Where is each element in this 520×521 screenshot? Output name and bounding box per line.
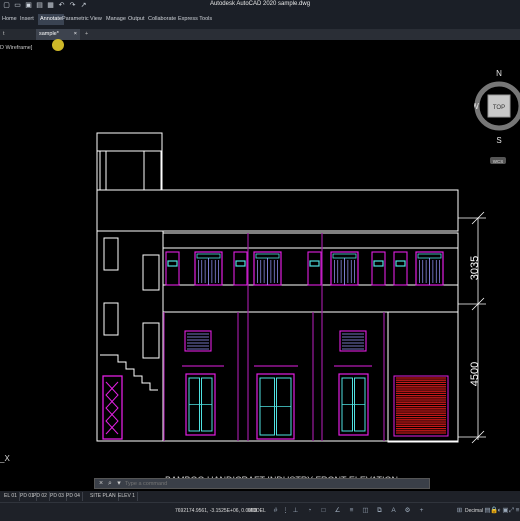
ventilator: [307, 251, 322, 286]
units-icon[interactable]: ⊞: [456, 507, 463, 514]
dimension-line: [458, 211, 486, 444]
viewcube-top-label: TOP: [493, 105, 505, 111]
ortho-icon[interactable]: ⊥: [292, 507, 299, 514]
ventilator: [393, 251, 408, 286]
dimension-3035: 3035: [469, 256, 481, 280]
wcs-label: WCS: [493, 159, 504, 164]
entrance-door: [102, 375, 123, 440]
ventilator: [165, 251, 180, 286]
upper-window: [253, 251, 282, 286]
status-bar: 7692174.9561, -3.1525E+06, 0.0000 MODEL …: [0, 502, 520, 521]
main-door: [256, 373, 295, 440]
units-button[interactable]: Decimal: [465, 508, 483, 514]
ventilator: [233, 251, 248, 286]
dimension-4500: 4500: [469, 362, 481, 386]
lower-window: [338, 373, 369, 436]
compass-south: S: [496, 136, 501, 145]
ucs-icon: _X: [0, 454, 10, 463]
lower-window: [185, 373, 216, 436]
command-line: × ⌕ ▾: [94, 478, 430, 489]
viewcube[interactable]: TOP N S W WCS: [474, 64, 520, 164]
compass-west: W: [474, 102, 479, 111]
command-input[interactable]: [125, 480, 425, 488]
otrack-icon[interactable]: ∠: [334, 507, 341, 514]
annotation-monitor-icon[interactable]: +: [418, 507, 425, 514]
layout-tab-bar: EL 01 PD 01 PD 02 PD 03 PD 04 SITE PLAN ELEV 1: [0, 491, 520, 502]
layout-tab-elev-1[interactable]: ELEV 1: [116, 492, 138, 501]
upper-window: [194, 251, 223, 286]
upper-window: [330, 251, 359, 286]
layout-tab-pd-04[interactable]: PD 04: [64, 492, 83, 501]
cursor-highlight: [52, 39, 64, 51]
polar-icon[interactable]: ◔: [306, 507, 313, 514]
louver: [339, 330, 367, 352]
osnap-icon[interactable]: □: [320, 507, 327, 514]
ventilator: [371, 251, 386, 286]
rolling-shutter: [393, 375, 449, 437]
customize-icon[interactable]: ≡: [514, 507, 520, 514]
grid-icon[interactable]: #: [272, 507, 279, 514]
model-space-button[interactable]: MODEL: [248, 508, 266, 514]
transparency-icon[interactable]: ◫: [362, 507, 369, 514]
louver: [184, 330, 212, 352]
drawing-canvas[interactable]: 3035 4500 BAMBOO HANDICRAFT INDUSTRY FRO…: [0, 0, 520, 520]
close-icon[interactable]: ×: [97, 480, 105, 488]
search-icon[interactable]: ⌕: [106, 480, 114, 488]
workspace-icon[interactable]: ⚙: [404, 507, 411, 514]
lineweight-icon[interactable]: ≡: [348, 507, 355, 514]
selection-cycling-icon[interactable]: ⧉: [376, 507, 383, 514]
upper-window: [415, 251, 444, 286]
snap-icon[interactable]: ⋮: [282, 507, 289, 514]
layout-tab-site-plan[interactable]: SITE PLAN: [88, 492, 119, 501]
chevron-down-icon[interactable]: ▾: [115, 480, 123, 488]
coordinate-readout: 7692174.9561, -3.1525E+06, 0.0000: [175, 508, 257, 514]
compass-north: N: [496, 69, 502, 78]
annotation-scale-icon[interactable]: A: [390, 507, 397, 514]
